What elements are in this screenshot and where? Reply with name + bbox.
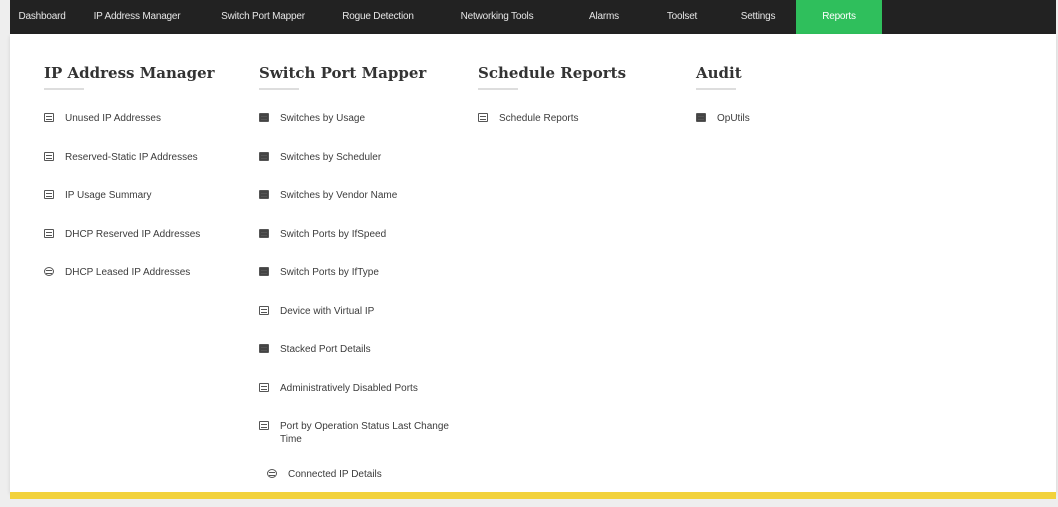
reports-mega-menu: IP Address Manager Unused IP Addresses R… (10, 34, 1056, 492)
report-link-reserved-static-ip[interactable]: Reserved-Static IP Addresses (44, 151, 244, 190)
report-link-label: OpUtils (717, 113, 750, 124)
report-link-label: DHCP Leased IP Addresses (65, 267, 191, 278)
report-link-schedule-reports[interactable]: Schedule Reports (478, 112, 678, 151)
report-link-device-virtual-ip[interactable]: Device with Virtual IP (259, 305, 469, 344)
switch-icon (259, 267, 269, 276)
top-navigation-bar: Dashboard IP Address Manager Switch Port… (10, 0, 1056, 34)
nav-settings[interactable]: Settings (720, 0, 796, 34)
report-link-ip-usage-summary[interactable]: IP Usage Summary (44, 189, 244, 228)
report-link-unused-ip[interactable]: Unused IP Addresses (44, 112, 244, 151)
report-link-label: Stacked Port Details (280, 344, 371, 355)
title-underline (259, 88, 299, 90)
report-link-label: Switches by Usage (280, 113, 366, 124)
stack-icon (259, 344, 269, 353)
column-audit: Audit OpUtils (696, 64, 876, 151)
report-link-admin-disabled-ports[interactable]: Administratively Disabled Ports (259, 382, 469, 421)
nav-networking-tools[interactable]: Networking Tools (430, 0, 564, 34)
report-link-connected-ip-details[interactable]: Connected IP Details (259, 468, 469, 507)
clock-icon (259, 421, 269, 430)
report-link-stacked-port-details[interactable]: Stacked Port Details (259, 343, 469, 382)
nav-reports[interactable]: Reports (796, 0, 882, 34)
audit-icon (696, 113, 706, 122)
report-link-switch-ports-by-ifspeed[interactable]: Switch Ports by IfSpeed (259, 228, 469, 267)
report-link-switches-by-vendor[interactable]: Switches by Vendor Name (259, 189, 469, 228)
column-title: IP Address Manager (44, 64, 215, 82)
report-link-label: Connected IP Details (288, 469, 382, 480)
column-title: Schedule Reports (478, 64, 627, 82)
report-link-label: Administratively Disabled Ports (280, 382, 418, 394)
table-icon (44, 151, 54, 161)
report-link-label: Device with Virtual IP (280, 305, 375, 317)
report-link-label: IP Usage Summary (65, 190, 152, 201)
report-link-label: Switches by Scheduler (280, 151, 382, 163)
title-underline (44, 88, 84, 90)
report-link-oputils[interactable]: OpUtils (696, 112, 876, 151)
dhcp-icon (44, 228, 54, 238)
nav-alarms[interactable]: Alarms (564, 0, 644, 34)
nav-ip-address-manager[interactable]: IP Address Manager (74, 0, 200, 34)
report-link-label: Switch Ports by IfSpeed (280, 228, 387, 240)
report-link-label: Reserved-Static IP Addresses (65, 151, 198, 163)
table-icon (44, 190, 54, 199)
nav-dashboard[interactable]: Dashboard (10, 0, 74, 34)
report-link-switches-by-usage[interactable]: Switches by Usage (259, 112, 469, 151)
nav-toolset[interactable]: Toolset (644, 0, 720, 34)
switch-icon (259, 190, 269, 199)
report-link-label: Port by Operation Status Last Change Tim… (280, 421, 449, 445)
report-link-dhcp-leased-ip[interactable]: DHCP Leased IP Addresses (44, 266, 244, 305)
report-link-label: Unused IP Addresses (65, 113, 161, 124)
column-switch-port-mapper: Switch Port Mapper Switches by Usage Swi… (259, 64, 469, 507)
connection-icon (267, 469, 277, 478)
report-link-label: DHCP Reserved IP Addresses (65, 228, 201, 240)
nav-rogue-detection[interactable]: Rogue Detection (326, 0, 430, 34)
column-title: Switch Port Mapper (259, 64, 427, 82)
schedule-icon (478, 113, 488, 122)
switch-icon (259, 113, 269, 122)
title-underline (478, 88, 518, 90)
column-schedule-reports: Schedule Reports Schedule Reports (478, 64, 678, 151)
switch-icon (259, 228, 269, 238)
report-link-dhcp-reserved-ip[interactable]: DHCP Reserved IP Addresses (44, 228, 244, 267)
report-link-label: Schedule Reports (499, 113, 579, 124)
report-link-port-operation-status[interactable]: Port by Operation Status Last Change Tim… (259, 420, 469, 468)
device-icon (259, 305, 269, 315)
column-ip-address-manager: IP Address Manager Unused IP Addresses R… (44, 64, 244, 305)
column-title: Audit (696, 64, 742, 82)
switch-icon (259, 151, 269, 161)
report-link-label: Switch Ports by IfType (280, 267, 379, 278)
bottom-notification-bar (10, 492, 1056, 499)
title-underline (696, 88, 736, 90)
user-icon (259, 382, 269, 392)
nav-switch-port-mapper[interactable]: Switch Port Mapper (200, 0, 326, 34)
table-icon (44, 113, 54, 122)
report-link-label: Switches by Vendor Name (280, 190, 398, 201)
report-link-switch-ports-by-iftype[interactable]: Switch Ports by IfType (259, 266, 469, 305)
report-link-switches-by-scheduler[interactable]: Switches by Scheduler (259, 151, 469, 190)
globe-icon (44, 267, 54, 276)
